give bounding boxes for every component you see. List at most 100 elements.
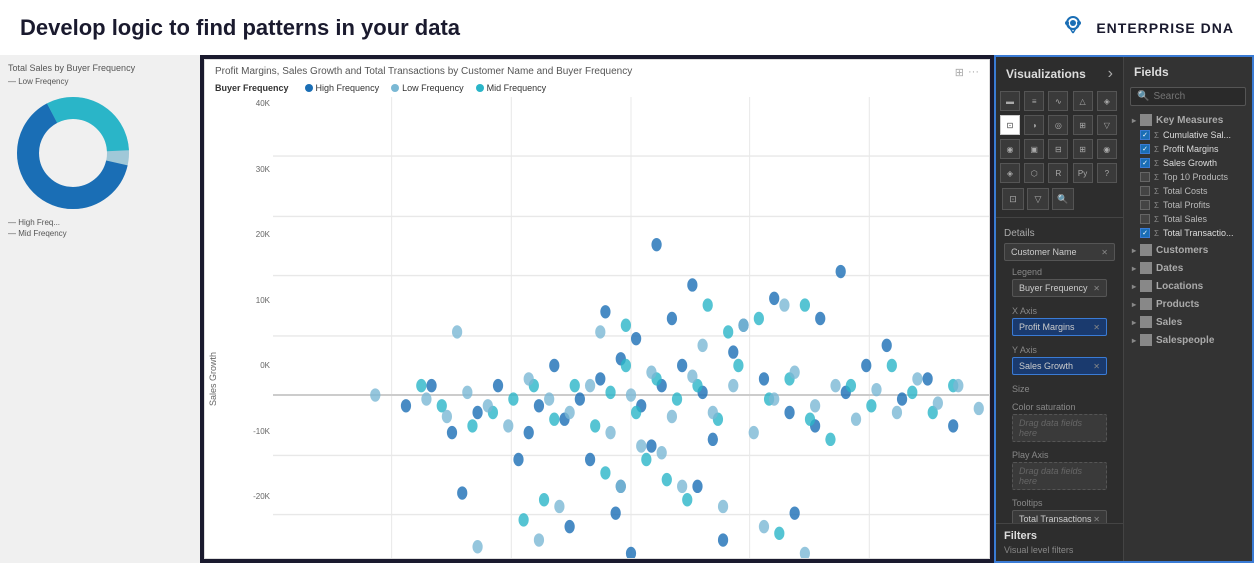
y-axis-field-pill[interactable]: Sales Growth ✕ xyxy=(1012,357,1107,375)
legend-field-remove[interactable]: ✕ xyxy=(1093,284,1100,293)
viz-filter-icon[interactable]: ▽ xyxy=(1027,188,1049,210)
viz-treemap-icon[interactable]: ⊞ xyxy=(1073,115,1093,135)
field-check-sales-growth[interactable]: ✓ xyxy=(1140,158,1150,168)
field-item-total-costs[interactable]: Σ Total Costs xyxy=(1128,184,1248,198)
key-measures-color-icon xyxy=(1140,114,1152,126)
field-check-total-sales[interactable] xyxy=(1140,214,1150,224)
field-name-total-costs: Total Costs xyxy=(1163,186,1208,196)
viz-gauge-icon[interactable]: ◉ xyxy=(1000,139,1020,159)
field-item-top10[interactable]: Σ Top 10 Products xyxy=(1128,170,1248,184)
y-tick-neg10k: -10K xyxy=(243,427,273,436)
salespeople-group: ▸ Salespeople xyxy=(1128,332,1248,348)
viz-filled-map-icon[interactable]: ◈ xyxy=(1000,163,1020,183)
legend-label-low: Low Frequency xyxy=(402,83,464,93)
sales-header[interactable]: ▸ Sales xyxy=(1128,314,1248,330)
field-item-total-profits[interactable]: Σ Total Profits xyxy=(1128,198,1248,212)
field-item-profit-margins[interactable]: ✓ Σ Profit Margins xyxy=(1128,142,1248,156)
color-saturation-section: Color saturation Drag data fields here xyxy=(1004,399,1115,447)
field-item-total-sales[interactable]: Σ Total Sales xyxy=(1128,212,1248,226)
page-title: Develop logic to find patterns in your d… xyxy=(20,15,460,41)
viz-ribbon-chart-icon[interactable]: ◈ xyxy=(1097,91,1117,111)
salespeople-header[interactable]: ▸ Salespeople xyxy=(1128,332,1248,348)
field-name-total-transactions: Total Transactio... xyxy=(1163,228,1234,238)
viz-r-icon[interactable]: R xyxy=(1048,163,1068,183)
products-header[interactable]: ▸ Products xyxy=(1128,296,1248,312)
field-name-profit-margins: Profit Margins xyxy=(1163,144,1219,154)
search-box[interactable]: 🔍 xyxy=(1130,87,1246,106)
field-icon-sales-growth: Σ xyxy=(1154,159,1159,168)
y-tick-40k: 40K xyxy=(243,99,273,108)
viz-donut-icon[interactable]: ◎ xyxy=(1048,115,1068,135)
field-check-total-profits[interactable] xyxy=(1140,200,1150,210)
viz-card-icon[interactable]: ▣ xyxy=(1024,139,1044,159)
tooltips-field-pill[interactable]: Total Transactions ✕ xyxy=(1012,510,1107,523)
legend-item-high: High Frequency xyxy=(305,83,380,93)
field-icon-profit-margins: Σ xyxy=(1154,145,1159,154)
y-tick-neg30k: -30K xyxy=(243,558,273,560)
legend-label-high: High Frequency xyxy=(316,83,380,93)
scatter-svg xyxy=(273,97,989,559)
viz-bar-chart-icon[interactable]: ▬ xyxy=(1000,91,1020,111)
chart-legend: Buyer Frequency High Frequency Low Frequ… xyxy=(205,81,989,97)
field-icon-total-costs: Σ xyxy=(1154,187,1159,196)
search-input[interactable] xyxy=(1153,91,1239,102)
main-content: Total Sales by Buyer Frequency — Low Fre… xyxy=(0,55,1254,563)
chart-action-icons: ⊞ ··· xyxy=(955,66,979,79)
locations-header[interactable]: ▸ Locations xyxy=(1128,278,1248,294)
field-item-total-transactions[interactable]: ✓ Σ Total Transactio... xyxy=(1128,226,1248,240)
field-check-total-costs[interactable] xyxy=(1140,186,1150,196)
salespeople-label: Salespeople xyxy=(1156,335,1214,346)
viz-area-chart-icon[interactable]: △ xyxy=(1073,91,1093,111)
viz-map-icon[interactable]: ◉ xyxy=(1097,139,1117,159)
customers-expand-icon: ▸ xyxy=(1132,246,1136,255)
field-check-top10[interactable] xyxy=(1140,172,1150,182)
scatter-area: Sales Growth 40K 30K 20K 10K 0K -10K -20… xyxy=(205,97,989,559)
filters-section: Filters Visual level filters xyxy=(996,523,1123,561)
key-measures-header[interactable]: ▸ Key Measures xyxy=(1128,112,1248,128)
tooltips-label-text: Tooltips xyxy=(1012,498,1107,508)
viz-qna-icon[interactable]: ? xyxy=(1097,163,1117,183)
field-name-cumulative: Cumulative Sal... xyxy=(1163,130,1231,140)
x-axis-field-remove[interactable]: ✕ xyxy=(1093,323,1100,332)
viz-line-chart-icon[interactable]: ∿ xyxy=(1048,91,1068,111)
scatter-chart-panel: Profit Margins, Sales Growth and Total T… xyxy=(204,59,990,559)
locations-label: Locations xyxy=(1156,281,1203,292)
viz-expand-icon[interactable]: › xyxy=(1108,65,1113,83)
field-name-total-sales: Total Sales xyxy=(1163,214,1207,224)
field-check-total-transactions[interactable]: ✓ xyxy=(1140,228,1150,238)
field-check-profit-margins[interactable]: ✓ xyxy=(1140,144,1150,154)
chart-header: Profit Margins, Sales Growth and Total T… xyxy=(205,60,989,81)
field-icon-total-sales: Σ xyxy=(1154,215,1159,224)
filters-label: Filters xyxy=(1004,530,1115,542)
field-icon-top10: Σ xyxy=(1154,173,1159,182)
viz-matrix-icon[interactable]: ⊞ xyxy=(1073,139,1093,159)
details-field-pill[interactable]: Customer Name ✕ xyxy=(1004,243,1115,261)
more-options-icon[interactable]: ··· xyxy=(968,66,979,79)
details-field-remove[interactable]: ✕ xyxy=(1101,248,1108,257)
field-icon-cumulative: Σ xyxy=(1154,131,1159,140)
viz-stacked-bar-icon[interactable]: ≡ xyxy=(1024,91,1044,111)
viz-pie-icon[interactable]: ◑ xyxy=(1024,115,1044,135)
viz-table-icon[interactable]: ⊟ xyxy=(1048,139,1068,159)
dates-header[interactable]: ▸ Dates xyxy=(1128,260,1248,276)
y-tick-20k: 20K xyxy=(243,230,273,239)
play-axis-label: Play Axis xyxy=(1012,450,1107,460)
field-item-cumulative[interactable]: ✓ Σ Cumulative Sal... xyxy=(1128,128,1248,142)
viz-analytics-icon[interactable]: 🔍 xyxy=(1052,188,1074,210)
viz-py-icon[interactable]: Py xyxy=(1073,163,1093,183)
products-color-icon xyxy=(1140,298,1152,310)
viz-scatter-icon[interactable]: ⊡ xyxy=(1000,115,1020,135)
viz-azure-map-icon[interactable]: ⬡ xyxy=(1024,163,1044,183)
y-axis-field-remove[interactable]: ✕ xyxy=(1093,362,1100,371)
tooltips-field-remove[interactable]: ✕ xyxy=(1093,515,1100,524)
x-axis-section-label: X Axis xyxy=(1012,306,1107,316)
expand-icon[interactable]: ⊞ xyxy=(955,66,964,79)
donut-chart xyxy=(8,88,138,218)
field-item-sales-growth[interactable]: ✓ Σ Sales Growth xyxy=(1128,156,1248,170)
viz-funnel-icon[interactable]: ▽ xyxy=(1097,115,1117,135)
legend-field-pill[interactable]: Buyer Frequency ✕ xyxy=(1012,279,1107,297)
x-axis-field-pill[interactable]: Profit Margins ✕ xyxy=(1012,318,1107,336)
customers-header[interactable]: ▸ Customers xyxy=(1128,242,1248,258)
field-check-cumulative[interactable]: ✓ xyxy=(1140,130,1150,140)
viz-format-icon[interactable]: ⊡ xyxy=(1002,188,1024,210)
